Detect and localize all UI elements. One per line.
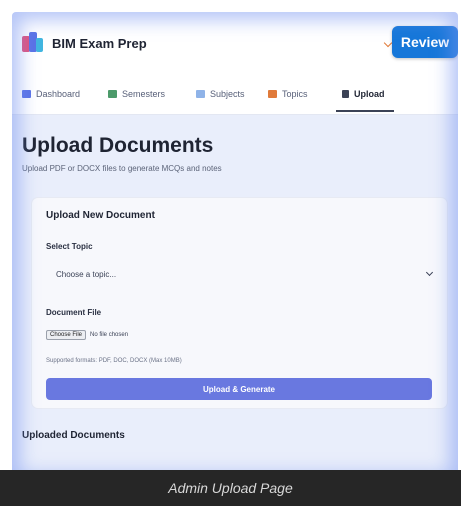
topic-select[interactable]: Choose a topic... [46, 264, 438, 286]
app-header: BIM Exam Prep Review [12, 12, 458, 75]
main-nav: Dashboard Semesters Subjects Topics Uplo… [12, 74, 458, 115]
brand[interactable]: BIM Exam Prep [22, 32, 147, 54]
nav-item-upload[interactable]: Upload [342, 84, 385, 104]
upload-icon [342, 90, 349, 98]
file-input[interactable]: Choose File No file chosen [46, 330, 128, 340]
subjects-icon [196, 90, 205, 98]
choose-file-button[interactable]: Choose File [46, 330, 87, 340]
logo-icon [22, 32, 44, 54]
supported-formats-hint: Supported formats: PDF, DOC, DOCX (Max 1… [46, 358, 182, 364]
semesters-icon [108, 90, 117, 98]
file-status: No file chosen [90, 332, 129, 338]
image-caption: Admin Upload Page [0, 470, 461, 506]
nav-label: Semesters [122, 89, 166, 99]
dashboard-icon [22, 90, 31, 98]
review-button[interactable]: Review [392, 26, 458, 58]
chevron-down-icon [425, 268, 434, 277]
upload-generate-button[interactable]: Upload & Generate [46, 378, 432, 400]
topic-select-value: Choose a topic... [56, 270, 117, 279]
nav-item-subjects[interactable]: Subjects [196, 84, 245, 104]
topics-icon [268, 90, 277, 98]
nav-label: Dashboard [36, 89, 81, 99]
page-title: Upload Documents [22, 134, 214, 157]
file-label: Document File [46, 308, 102, 317]
screenshot-frame: BIM Exam Prep Review Dashboard Semesters… [0, 0, 461, 486]
nav-label: Subjects [210, 89, 245, 99]
nav-label: Upload [354, 89, 385, 99]
active-tab-indicator [336, 110, 394, 112]
app-window: BIM Exam Prep Review Dashboard Semesters… [12, 12, 458, 482]
brand-name: BIM Exam Prep [52, 35, 147, 51]
nav-label: Topics [282, 89, 308, 99]
nav-item-topics[interactable]: Topics [268, 84, 308, 104]
nav-item-semesters[interactable]: Semesters [108, 84, 165, 104]
upload-card: Upload New Document Select Topic Choose … [32, 198, 447, 408]
topic-label: Select Topic [46, 242, 93, 251]
uploaded-documents-heading: Uploaded Documents [22, 430, 125, 441]
nav-item-dashboard[interactable]: Dashboard [22, 84, 80, 104]
card-title: Upload New Document [46, 210, 155, 221]
page-subtitle: Upload PDF or DOCX files to generate MCQ… [22, 164, 222, 173]
chevron-down-icon[interactable] [383, 38, 393, 48]
